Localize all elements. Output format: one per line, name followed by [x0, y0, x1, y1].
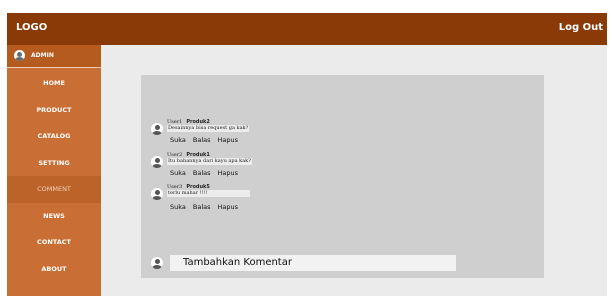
sidebar-item-home[interactable]: HOME: [7, 70, 101, 97]
like-button[interactable]: Suka: [170, 203, 186, 211]
sidebar-menu: HOME PRODUCT CATALOG SETTING COMMENT NEW…: [7, 70, 101, 282]
comment-actions: Suka Balas Hapus: [170, 203, 245, 211]
sidebar-item-about[interactable]: ABOUT: [7, 256, 101, 283]
comment-text: Desainnya bisa request ga kak?: [167, 125, 250, 132]
add-comment-bar: Tambahkan Komentar: [151, 255, 456, 271]
top-bar: LOGO Log Out: [7, 13, 607, 45]
reply-button[interactable]: Balas: [193, 169, 211, 177]
commenter-avatar-icon: [151, 188, 163, 200]
comment-text: Itu bahannya dari kayu apa kak?: [167, 158, 252, 165]
commenter-avatar-icon: [151, 123, 163, 135]
logo: LOGO: [16, 22, 48, 33]
reply-button[interactable]: Balas: [193, 136, 211, 144]
app-window: LOGO Log Out ADMIN HOME PRODUCT CATALOG …: [7, 13, 607, 296]
comments-panel: User1 Produk2 Desainnya bisa request ga k…: [141, 75, 544, 278]
delete-button[interactable]: Hapus: [218, 203, 239, 211]
like-button[interactable]: Suka: [170, 169, 186, 177]
current-user-avatar-icon: [151, 257, 163, 269]
sidebar: ADMIN HOME PRODUCT CATALOG SETTING COMME…: [7, 45, 101, 296]
sidebar-item-comment[interactable]: COMMENT: [7, 176, 101, 203]
sidebar-item-catalog[interactable]: CATALOG: [7, 123, 101, 150]
delete-button[interactable]: Hapus: [218, 169, 239, 177]
comment-text: terlu mahar !!!!: [167, 190, 250, 197]
sidebar-item-contact[interactable]: CONTACT: [7, 229, 101, 256]
reply-button[interactable]: Balas: [193, 203, 211, 211]
sidebar-item-product[interactable]: PRODUCT: [7, 97, 101, 124]
commenter-avatar-icon: [151, 156, 163, 168]
like-button[interactable]: Suka: [170, 136, 186, 144]
sidebar-item-news[interactable]: NEWS: [7, 203, 101, 230]
user-name: ADMIN: [31, 52, 54, 59]
logout-button[interactable]: Log Out: [559, 22, 603, 33]
comment-actions: Suka Balas Hapus: [170, 169, 245, 177]
add-comment-input[interactable]: Tambahkan Komentar: [170, 255, 456, 271]
sidebar-item-setting[interactable]: SETTING: [7, 150, 101, 177]
delete-button[interactable]: Hapus: [218, 136, 239, 144]
comment-actions: Suka Balas Hapus: [170, 136, 245, 144]
user-avatar-icon: [14, 50, 25, 61]
sidebar-user[interactable]: ADMIN: [7, 45, 101, 68]
